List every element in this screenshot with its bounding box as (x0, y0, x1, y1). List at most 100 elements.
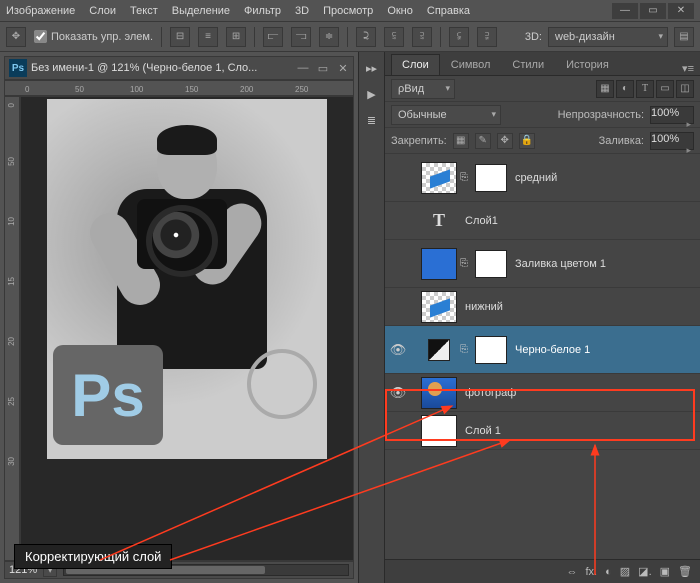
layer-row[interactable]: T Слой1 (385, 202, 700, 240)
layer-thumb[interactable] (421, 291, 457, 323)
ruler-horizontal[interactable]: 0 50 100 150 200 250 (4, 80, 354, 96)
menu-item[interactable]: Просмотр (323, 5, 373, 17)
opacity-label: Непрозрачность: (558, 109, 644, 121)
lock-pixels-icon[interactable]: ✎ (475, 133, 491, 149)
show-controls-input[interactable] (34, 30, 47, 43)
layer-row[interactable]: 👁 фотограф (385, 374, 700, 412)
filter-adjust-icon[interactable]: ◐ (616, 80, 634, 98)
doc-close-button[interactable]: ✕ (333, 62, 353, 75)
ps-badge-icon: Ps (9, 59, 27, 77)
menu-item[interactable]: Справка (427, 5, 470, 17)
layer-row[interactable]: ⎘ средний (385, 154, 700, 202)
layer-name[interactable]: Черно-белое 1 (515, 344, 590, 356)
visibility-icon[interactable]: 👁 (385, 342, 411, 358)
mask-icon[interactable]: ◐ (605, 566, 612, 578)
tab-character[interactable]: Символ (440, 54, 502, 75)
layer-name[interactable]: средний (515, 172, 557, 184)
separator (347, 27, 348, 47)
minimize-button[interactable]: ― (612, 3, 638, 19)
adjustment-icon[interactable]: ▨ (620, 565, 630, 578)
workspace: Ps Без имени-1 @ 121% (Черно-белое 1, Сл… (0, 52, 700, 583)
maximize-button[interactable]: ▭ (640, 3, 666, 19)
link-icon[interactable]: ⎘ (457, 258, 471, 269)
distribute-icon[interactable]: ⫋ (449, 27, 469, 47)
show-controls-checkbox[interactable]: Показать упр. элем. (34, 30, 153, 43)
history-icon[interactable]: ≣ (362, 110, 382, 130)
layer-mask-thumb[interactable] (475, 336, 507, 364)
group-icon[interactable]: ◪. (638, 565, 651, 578)
layer-row[interactable]: ⎘ Заливка цветом 1 (385, 240, 700, 288)
doc-maximize-button[interactable]: ▭ (313, 62, 333, 75)
menu-item[interactable]: Фильтр (244, 5, 281, 17)
annotation-label: Корректирующий слой (14, 544, 172, 569)
layer-thumb[interactable] (421, 248, 457, 280)
layer-name[interactable]: нижний (465, 301, 503, 313)
fill-input[interactable]: 100% (650, 132, 694, 150)
layer-thumb[interactable] (421, 415, 457, 447)
layer-thumb[interactable] (421, 377, 457, 409)
link-icon[interactable]: ⎘ (457, 344, 471, 355)
lock-position-icon[interactable]: ✥ (497, 133, 513, 149)
document-pane: Ps Без имени-1 @ 121% (Черно-белое 1, Сл… (0, 52, 358, 583)
menu-item[interactable]: 3D (295, 5, 309, 17)
play-icon[interactable]: ▶ (362, 84, 382, 104)
align-icon[interactable]: ⊟ (170, 27, 190, 47)
align-icon[interactable]: ⫎ (291, 27, 311, 47)
visibility-icon[interactable]: 👁 (385, 385, 411, 401)
layer-name[interactable]: Слой 1 (465, 425, 501, 437)
layer-name[interactable]: фотограф (465, 387, 516, 399)
lock-all-icon[interactable]: 🔒 (519, 133, 535, 149)
align-icon[interactable]: ⫍ (263, 27, 283, 47)
align-icon[interactable]: ≡ (198, 27, 218, 47)
opacity-input[interactable]: 100% (650, 106, 694, 124)
layer-name[interactable]: Слой1 (465, 215, 498, 227)
workspace-combo[interactable]: web-дизайн (548, 27, 668, 47)
filter-text-icon[interactable]: T (636, 80, 654, 98)
new-layer-icon[interactable]: ▣ (660, 565, 670, 578)
layer-row[interactable]: Слой 1 (385, 412, 700, 450)
distribute-icon[interactable]: ⫊ (412, 27, 432, 47)
filter-smart-icon[interactable]: ◫ (676, 80, 694, 98)
filter-shape-icon[interactable]: ▭ (656, 80, 674, 98)
layers-footer: ⇔ fx. ◐ ▨ ◪. ▣ 🗑 (385, 559, 700, 583)
menu-item[interactable]: Слои (89, 5, 116, 17)
doc-minimize-button[interactable]: ― (293, 62, 313, 74)
menu-item[interactable]: Выделение (172, 5, 230, 17)
layer-mask-thumb[interactable] (475, 164, 507, 192)
close-button[interactable]: ✕ (668, 3, 694, 19)
ruler-vertical[interactable]: 0 50 10 15 20 25 30 (4, 96, 20, 561)
align-icon[interactable]: ⊞ (226, 27, 246, 47)
link-icon[interactable]: ⎘ (457, 172, 471, 183)
panel-menu-icon[interactable]: ▾≡ (682, 62, 694, 75)
menu-item[interactable]: Окно (387, 5, 413, 17)
filter-pixel-icon[interactable]: ▦ (596, 80, 614, 98)
layer-mask-thumb[interactable] (475, 250, 507, 278)
menu-item[interactable]: Изображение (6, 5, 75, 17)
options-bar: ✥ Показать упр. элем. ⊟ ≡ ⊞ ⫍ ⫎ ≑ ⫈ ⫉ ⫊ … (0, 22, 700, 52)
filter-kind-combo[interactable]: ρ Вид (391, 79, 455, 99)
document-title[interactable]: Без имени-1 @ 121% (Черно-белое 1, Сло..… (31, 62, 293, 74)
distribute-icon[interactable]: ⫉ (384, 27, 404, 47)
blend-mode-combo[interactable]: Обычные (391, 105, 501, 125)
move-tool-icon[interactable]: ✥ (6, 27, 26, 47)
layer-name[interactable]: Заливка цветом 1 (515, 258, 606, 270)
tab-layers[interactable]: Слои (391, 54, 440, 75)
workspace-options-icon[interactable]: ▤ (674, 27, 694, 47)
tab-styles[interactable]: Стили (501, 54, 555, 75)
expand-icon[interactable]: ▸▸ (362, 58, 382, 78)
distribute-icon[interactable]: ⫌ (477, 27, 497, 47)
distribute-icon[interactable]: ⫈ (356, 27, 376, 47)
canvas[interactable]: Ps 90видеоуроков (20, 96, 354, 561)
link-layers-icon[interactable]: ⇔ (566, 566, 577, 578)
align-icon[interactable]: ≑ (319, 27, 339, 47)
lock-transparent-icon[interactable]: ▦ (453, 133, 469, 149)
adjustment-layer-icon[interactable] (421, 334, 457, 366)
trash-icon[interactable]: 🗑 (678, 565, 692, 578)
tab-history[interactable]: История (555, 54, 620, 75)
ruler-label: 250 (295, 85, 308, 94)
fx-icon[interactable]: fx. (585, 566, 597, 578)
menu-item[interactable]: Текст (130, 5, 158, 17)
layer-row-selected[interactable]: 👁 ⎘ Черно-белое 1 (385, 326, 700, 374)
layer-thumb[interactable] (421, 162, 457, 194)
layer-row[interactable]: нижний (385, 288, 700, 326)
